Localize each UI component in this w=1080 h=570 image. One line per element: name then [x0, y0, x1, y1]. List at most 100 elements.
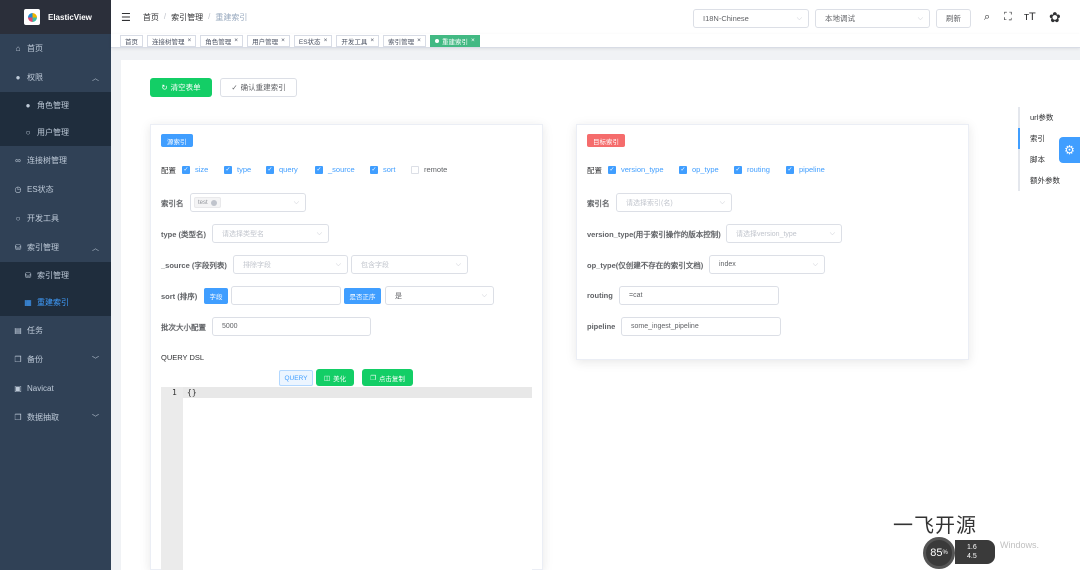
batch-size-input[interactable]: 5000 [212, 317, 371, 336]
checkbox-op-type[interactable]: ✓ op_type [679, 165, 719, 174]
exclude-fields-select[interactable]: 排除字段 ⌵ [233, 255, 348, 274]
refresh-button[interactable]: 刷新 [936, 9, 971, 28]
settings-gear-icon[interactable]: ⚙ [1059, 137, 1080, 163]
font-size-icon[interactable]: ᴛT [1024, 11, 1036, 23]
tag-index-mgmt[interactable]: 索引管理 × [383, 34, 426, 47]
confirm-reindex-button[interactable]: ✓ 确认重建索引 [220, 78, 297, 97]
language-select[interactable]: I18N-Chinese ⌵ [693, 9, 809, 28]
query-button[interactable]: QUERY [279, 370, 313, 386]
copy-icon: ❐ [14, 413, 22, 422]
tag-roles[interactable]: 角色管理 × [200, 34, 244, 47]
checkbox-remote[interactable]: remote [411, 165, 447, 174]
beautify-button[interactable]: ◫ 美化 [316, 369, 354, 386]
sidebar-item-link-tree[interactable]: ∞ 连接树管理 [0, 146, 111, 175]
checkbox-source[interactable]: ✓ _source [315, 165, 355, 174]
env-select[interactable]: 本地调试 ⌵ [815, 9, 930, 28]
sidebar-item-es-status[interactable]: ◷ ES状态 [0, 175, 111, 204]
checkbox-routing[interactable]: ✓ routing [734, 165, 770, 174]
check-icon: ✓ [224, 165, 232, 174]
checkbox-query[interactable]: ✓ query [266, 165, 298, 174]
sidebar-item-navicat[interactable]: ▣ Navicat [0, 374, 111, 403]
batch-size-value: 5000 [222, 323, 238, 330]
target-index-select[interactable]: 请选择索引(名) ⌵ [616, 193, 732, 212]
tag-reindex[interactable]: 重建索引 × [429, 34, 480, 47]
sidebar-item-roles[interactable]: ● 角色管理 [0, 92, 111, 119]
beautify-icon: ◫ [323, 374, 331, 382]
search-icon[interactable]: ⌕ [984, 11, 990, 24]
tag-link-tree[interactable]: 连接树管理 × [147, 34, 197, 47]
anchor-extra-params[interactable]: 额外参数 [1018, 170, 1080, 191]
checkbox-version-type[interactable]: ✓ version_type [608, 165, 664, 174]
sort-asc-button[interactable]: 是否正序 [344, 288, 381, 304]
type-label: type (类型名) [161, 230, 206, 239]
search-icon: ○ [15, 214, 21, 223]
checkbox-label: _source [328, 165, 355, 174]
close-icon[interactable]: × [281, 37, 285, 44]
sort-field-button[interactable]: 字段 [204, 288, 228, 304]
routing-input[interactable]: =cat [619, 286, 779, 305]
tag-users[interactable]: 用户管理 × [247, 34, 290, 47]
app-logo[interactable]: ElasticView [0, 0, 111, 34]
avatar[interactable]: ✿ [1049, 9, 1061, 26]
sidebar-item-label: Navicat [27, 384, 54, 393]
user-icon: ● [15, 73, 21, 82]
anchor-url-params[interactable]: url参数 [1018, 107, 1080, 128]
check-icon: ✓ [266, 165, 274, 174]
sidebar-item-extract[interactable]: ❐ 数据抽取 ﹀ [0, 403, 111, 432]
checkbox-type[interactable]: ✓ type [224, 165, 251, 174]
home-icon: ⌂ [15, 44, 21, 53]
sidebar-item-permission[interactable]: ● 权限 ︿ [0, 63, 111, 92]
tag-home[interactable]: 首页 [120, 34, 143, 47]
close-icon[interactable]: × [324, 37, 328, 44]
index-tag[interactable]: test [194, 197, 221, 208]
version-type-select[interactable]: 请选择version_type ⌵ [726, 224, 842, 243]
tag-close-icon[interactable] [210, 199, 217, 206]
sidebar-item-users[interactable]: ○ 用户管理 [0, 119, 111, 146]
env-select-value: 本地调试 [825, 14, 855, 23]
breadcrumb-home[interactable]: 首页 [143, 12, 159, 23]
refresh-icon: ↻ [161, 83, 168, 92]
source-fields-label: _source (字段列表) [161, 261, 227, 270]
sidebar-item-label: 用户管理 [37, 128, 69, 137]
sidebar-item-home[interactable]: ⌂ 首页 [0, 34, 111, 63]
rebuild-icon: ▦ [24, 298, 32, 307]
close-icon[interactable]: × [188, 37, 192, 44]
close-icon[interactable]: × [370, 37, 374, 44]
op-type-select[interactable]: index ⌵ [709, 255, 825, 274]
op-type-value: index [719, 261, 736, 268]
sidebar-item-index-mgmt[interactable]: ⛁ 索引管理 ︿ [0, 233, 111, 262]
query-dsl-editor[interactable]: 1 {} [161, 387, 532, 570]
source-config-label: 配置 [161, 166, 176, 175]
sidebar-item-index-list[interactable]: ⛁ 索引管理 [0, 262, 111, 289]
clear-form-button[interactable]: ↻ 清空表单 [150, 78, 212, 97]
include-fields-select[interactable]: 包含字段 ⌵ [351, 255, 468, 274]
tag-dev-tools[interactable]: 开发工具 × [336, 34, 380, 47]
checkbox-label: size [195, 165, 209, 174]
checkbox-size[interactable]: ✓ size [182, 165, 208, 174]
type-select-placeholder: 请选择类型名 [222, 230, 264, 238]
sidebar-item-dev-tools[interactable]: ○ 开发工具 [0, 204, 111, 233]
sort-field-input[interactable] [231, 286, 341, 305]
copy-button[interactable]: ❐ 点击复制 [362, 369, 413, 386]
fullscreen-icon[interactable]: ⛶ [1004, 11, 1012, 24]
sort-asc-select[interactable]: 是 ⌵ [385, 286, 494, 305]
breadcrumb-index[interactable]: 索引管理 [171, 12, 203, 23]
sidebar-item-label: 索引管理 [27, 243, 59, 252]
breadcrumb-separator: / [208, 11, 211, 21]
type-select[interactable]: 请选择类型名 ⌵ [212, 224, 329, 243]
sidebar-item-label: ES状态 [27, 185, 54, 194]
checkbox-pipeline[interactable]: ✓ pipeline [786, 165, 825, 174]
sidebar-item-tasks[interactable]: ▤ 任务 [0, 316, 111, 345]
sidebar-item-reindex[interactable]: ▦ 重建索引 [0, 289, 111, 316]
pipeline-input[interactable]: some_ingest_pipeline [621, 317, 781, 336]
database-icon: ⛁ [24, 271, 32, 280]
source-index-select[interactable]: test ⌵ [190, 193, 306, 212]
editor-content[interactable]: {} [187, 388, 197, 397]
tag-es-status[interactable]: ES状态 × [293, 34, 333, 47]
checkbox-sort[interactable]: ✓ sort [370, 165, 396, 174]
close-icon[interactable]: × [471, 37, 475, 44]
hamburger-icon[interactable]: ☰ [121, 11, 131, 24]
close-icon[interactable]: × [417, 37, 421, 44]
sidebar-item-backup[interactable]: ❐ 备份 ﹀ [0, 345, 111, 374]
close-icon[interactable]: × [234, 37, 238, 44]
